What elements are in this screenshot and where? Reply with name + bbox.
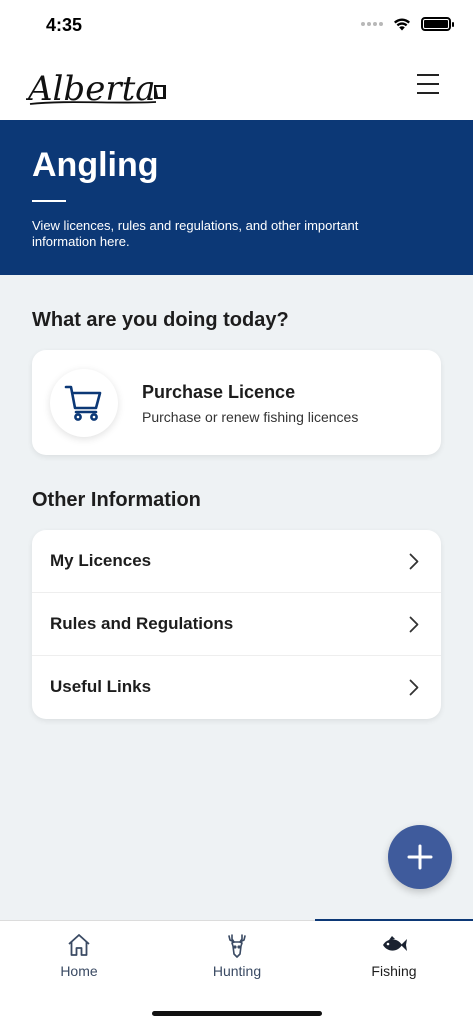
list-item-rules-and-regulations[interactable]: Rules and Regulations <box>32 593 441 656</box>
today-heading: What are you doing today? <box>32 309 289 331</box>
add-fab-button[interactable] <box>388 825 452 889</box>
nav-label-hunting: Hunting <box>212 963 262 979</box>
status-bar: 4:35 <box>0 0 473 54</box>
chevron-right-icon <box>409 616 419 633</box>
title-divider <box>32 200 66 202</box>
nav-tab-home[interactable]: Home <box>0 921 158 993</box>
nav-tab-fishing[interactable]: Fishing <box>315 921 473 993</box>
alberta-logo: Alberta <box>25 64 171 117</box>
status-time: 4:35 <box>46 15 83 35</box>
plus-icon <box>407 844 433 870</box>
chevron-right-icon <box>409 679 419 696</box>
status-icons <box>361 17 454 31</box>
app-header: Alberta <box>0 54 473 120</box>
cellular-signal-icon <box>361 22 383 26</box>
battery-icon <box>421 17 454 31</box>
home-icon <box>68 934 90 956</box>
nav-tab-hunting[interactable]: Hunting <box>158 921 316 993</box>
list-item-label: Rules and Regulations <box>50 614 234 633</box>
list-item-label: My Licences <box>50 551 152 570</box>
nav-label-fishing: Fishing <box>371 963 417 979</box>
bottom-nav: Home Hunting Fishing <box>0 919 473 1024</box>
hero-banner: Angling View licences, rules and regulat… <box>0 120 473 275</box>
page-title: Angling <box>32 146 159 184</box>
nav-label-home: Home <box>60 963 98 979</box>
chevron-right-icon <box>409 553 419 570</box>
list-item-useful-links[interactable]: Useful Links <box>32 656 441 719</box>
purchase-licence-subtitle: Purchase or renew fishing licences <box>142 409 359 425</box>
purchase-licence-title: Purchase Licence <box>142 382 296 402</box>
shopping-cart-icon <box>50 369 118 437</box>
list-item-label: Useful Links <box>50 677 152 696</box>
purchase-licence-card[interactable]: Purchase Licence Purchase or renew fishi… <box>32 350 441 455</box>
page-description: View licences, rules and regulations, an… <box>32 218 359 249</box>
fish-icon <box>383 936 407 951</box>
other-info-list: My Licences Rules and Regulations Useful… <box>32 530 441 719</box>
home-indicator <box>152 1011 322 1016</box>
list-item-my-licences[interactable]: My Licences <box>32 530 441 593</box>
hamburger-menu-icon[interactable] <box>417 74 443 96</box>
other-info-heading: Other Information <box>32 489 201 511</box>
deer-icon <box>228 934 246 958</box>
wifi-icon <box>394 18 410 31</box>
